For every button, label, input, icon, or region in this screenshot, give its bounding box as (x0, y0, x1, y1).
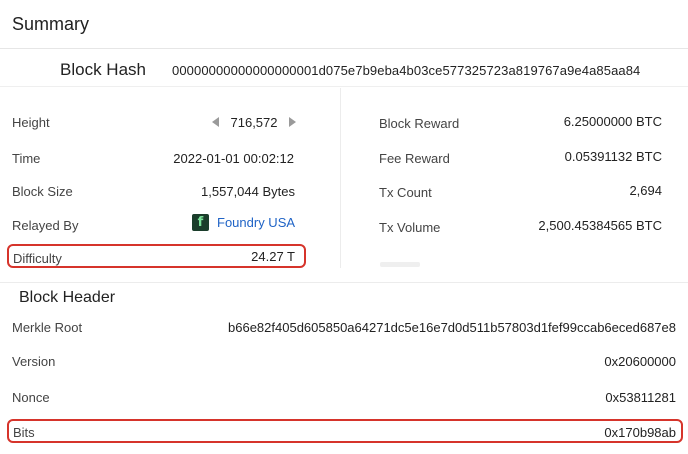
height-pager: 716,572 (212, 114, 296, 130)
tx-volume-value: 2,500.45384565 BTC (538, 218, 662, 233)
block-hash-label: Block Hash (60, 60, 146, 79)
relayed-by-link[interactable]: Foundry USA (217, 215, 295, 230)
time-value: 2022-01-01 00:02:12 (173, 151, 294, 166)
fee-reward-label: Fee Reward (379, 151, 450, 166)
tx-volume-label: Tx Volume (379, 220, 441, 235)
fee-reward-value: 0.05391132 BTC (564, 149, 662, 164)
block-detail-page: Summary Block Hash 00000000000000000001d… (0, 0, 688, 454)
block-size-value: 1,557,044 Bytes (201, 184, 295, 199)
block-header-title: Block Header (19, 289, 116, 306)
nonce-value: 0x53811281 (605, 390, 676, 405)
relayed-by-label: Relayed By (12, 218, 79, 233)
block-reward-value: 6.25000000 BTC (563, 114, 662, 129)
next-block-arrow-icon[interactable] (289, 117, 296, 127)
section-divider (0, 282, 688, 283)
block-hash-value[interactable]: 00000000000000000001d075e7b9eba4b03ce577… (172, 63, 640, 78)
block-reward-label: Block Reward (379, 116, 460, 131)
bits-label: Bits (13, 425, 35, 440)
tx-count-label: Tx Count (379, 185, 432, 200)
height-value: 716,572 (230, 114, 278, 130)
foundry-logo-icon: f (192, 214, 209, 231)
time-label: Time (12, 151, 41, 166)
column-divider (340, 88, 341, 268)
nonce-label: Nonce (12, 390, 50, 405)
height-label: Height (12, 115, 50, 130)
top-divider (0, 48, 688, 49)
version-value: 0x20600000 (604, 354, 676, 369)
hash-divider (0, 86, 688, 87)
merkle-root-value[interactable]: b66e82f405d605850a64271dc5e16e7d0d511b57… (228, 320, 676, 335)
bits-highlight (7, 419, 683, 443)
difficulty-label: Difficulty (13, 251, 62, 266)
relayed-by: f Foundry USA (192, 214, 295, 231)
faded-placeholder (380, 262, 420, 267)
tx-count-value: 2,694 (629, 183, 662, 198)
block-size-label: Block Size (12, 184, 73, 199)
version-label: Version (12, 354, 56, 369)
summary-title: Summary (12, 14, 90, 34)
merkle-root-label: Merkle Root (12, 320, 83, 335)
bits-value: 0x170b98ab (604, 425, 676, 440)
difficulty-value: 24.27 T (251, 249, 295, 264)
previous-block-arrow-icon[interactable] (212, 117, 219, 127)
